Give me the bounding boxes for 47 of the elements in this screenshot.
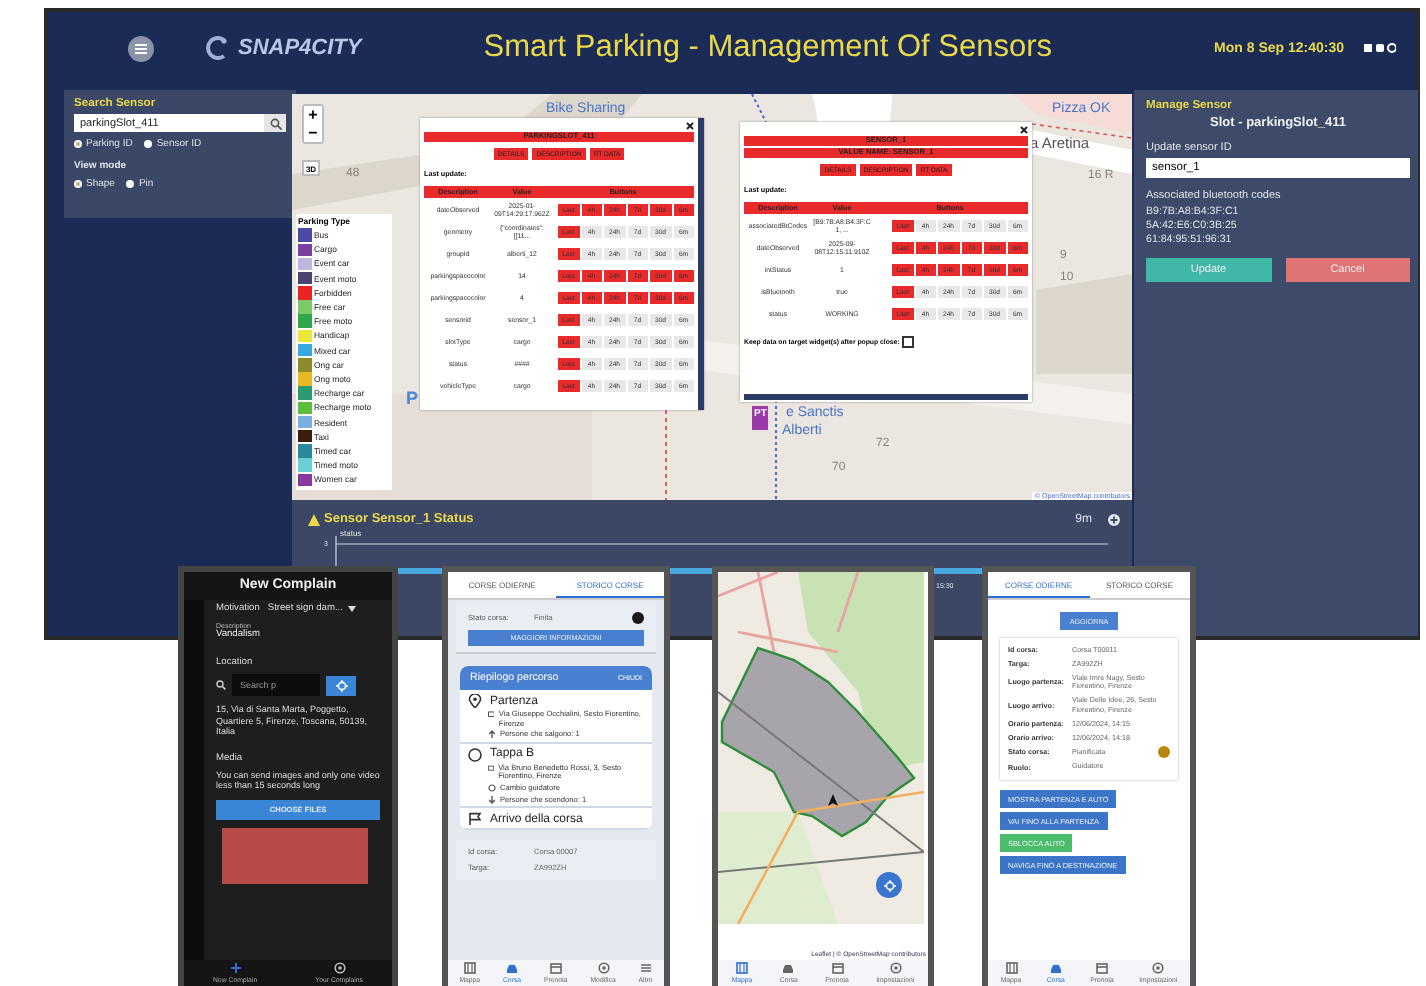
scrollbar[interactable] <box>698 118 704 410</box>
locate-button[interactable] <box>326 675 356 695</box>
gear-icon <box>1152 962 1165 974</box>
logo-text: SNAP4CITY <box>238 36 362 60</box>
radio-button[interactable] <box>144 140 153 148</box>
crosshair-icon <box>883 879 895 891</box>
map-drawing[interactable] <box>718 572 924 924</box>
menu-icon <box>639 962 652 974</box>
car-icon <box>506 962 518 974</box>
menu-icon[interactable] <box>128 35 154 61</box>
address-icon <box>488 763 495 772</box>
close-icon[interactable] <box>1020 126 1028 134</box>
map-icon <box>1005 962 1018 974</box>
radio-button[interactable] <box>74 140 82 148</box>
checkbox[interactable] <box>901 336 914 348</box>
map-label: P <box>406 390 419 408</box>
map-icon <box>736 962 749 974</box>
header-icons-drawing[interactable] <box>1364 42 1396 54</box>
arrow-up-icon <box>488 730 496 739</box>
gear-icon <box>889 962 902 974</box>
calendar-icon <box>1096 962 1108 974</box>
calendar-icon <box>831 962 843 974</box>
crosshair-icon <box>335 679 347 691</box>
map-icon <box>463 962 476 974</box>
zoom-in-button[interactable]: + <box>304 106 322 124</box>
plus-icon <box>229 962 242 974</box>
car-icon <box>782 962 795 974</box>
close-icon[interactable] <box>686 122 694 130</box>
radio-button[interactable] <box>126 180 135 188</box>
circle-icon <box>488 783 496 792</box>
calendar-icon <box>549 962 562 974</box>
search-icon <box>269 117 281 129</box>
location-pin-icon <box>468 694 482 708</box>
flag-icon <box>468 812 482 827</box>
gear-icon <box>333 962 346 974</box>
address-icon <box>488 710 495 718</box>
search-button[interactable] <box>264 114 286 132</box>
scrollbar[interactable] <box>744 394 1028 400</box>
search-icon <box>216 680 226 690</box>
car-icon <box>1049 962 1062 974</box>
warning-icon <box>308 513 320 525</box>
add-icon[interactable] <box>1108 513 1120 525</box>
radio-button[interactable] <box>74 180 82 188</box>
arrow-down-icon <box>488 795 496 804</box>
circle-icon <box>468 747 482 762</box>
logo-icon <box>206 36 230 60</box>
caret-icon <box>348 606 357 612</box>
